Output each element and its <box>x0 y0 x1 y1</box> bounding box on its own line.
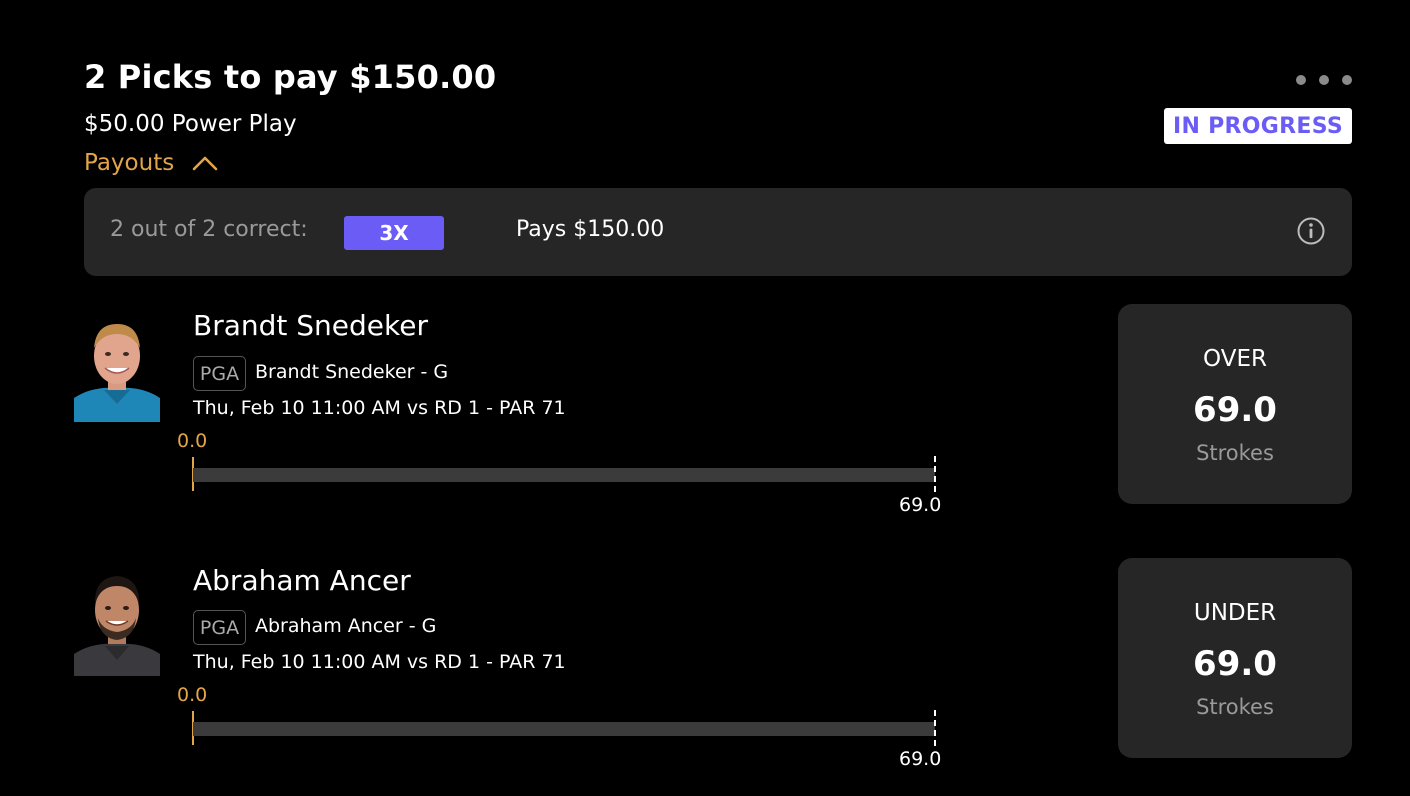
game-info: Thu, Feb 10 11:00 AM vs RD 1 - PAR 71 <box>193 651 566 673</box>
player-meta: Abraham Ancer - G <box>255 615 437 637</box>
league-tag: PGA <box>193 610 246 645</box>
player-name[interactable]: Brandt Snedeker <box>193 309 428 342</box>
progress-target-value: 69.0 <box>899 494 942 516</box>
player-meta: Brandt Snedeker - G <box>255 361 449 383</box>
player-avatar <box>74 312 160 422</box>
pick-direction: UNDER <box>1193 600 1277 626</box>
player-name[interactable]: Abraham Ancer <box>193 564 411 597</box>
progress-track <box>193 468 935 482</box>
pick-stat: Strokes <box>1196 695 1274 719</box>
player-avatar <box>74 566 160 676</box>
progress-target-marker <box>934 456 936 492</box>
progress-current-value: 0.0 <box>177 430 208 452</box>
progress-current-value: 0.0 <box>177 684 208 706</box>
pick-row: Abraham Ancer PGA Abraham Ancer - G Thu,… <box>0 0 1410 770</box>
league-tag: PGA <box>193 356 246 391</box>
pick-card[interactable]: OVER 69.0 Strokes <box>1118 304 1352 504</box>
entry-detail: 2 Picks to pay $150.00 $50.00 Power Play… <box>0 0 1410 796</box>
pick-direction: OVER <box>1203 346 1267 372</box>
pick-line: 69.0 <box>1193 390 1277 430</box>
progress-track <box>193 722 935 736</box>
pick-stat: Strokes <box>1196 441 1274 465</box>
player-photo <box>74 312 160 422</box>
progress-target-marker <box>934 710 936 746</box>
game-info: Thu, Feb 10 11:00 AM vs RD 1 - PAR 71 <box>193 397 566 419</box>
pick-card[interactable]: UNDER 69.0 Strokes <box>1118 558 1352 758</box>
player-photo <box>74 566 160 676</box>
progress-target-value: 69.0 <box>899 748 942 770</box>
pick-line: 69.0 <box>1193 644 1277 684</box>
